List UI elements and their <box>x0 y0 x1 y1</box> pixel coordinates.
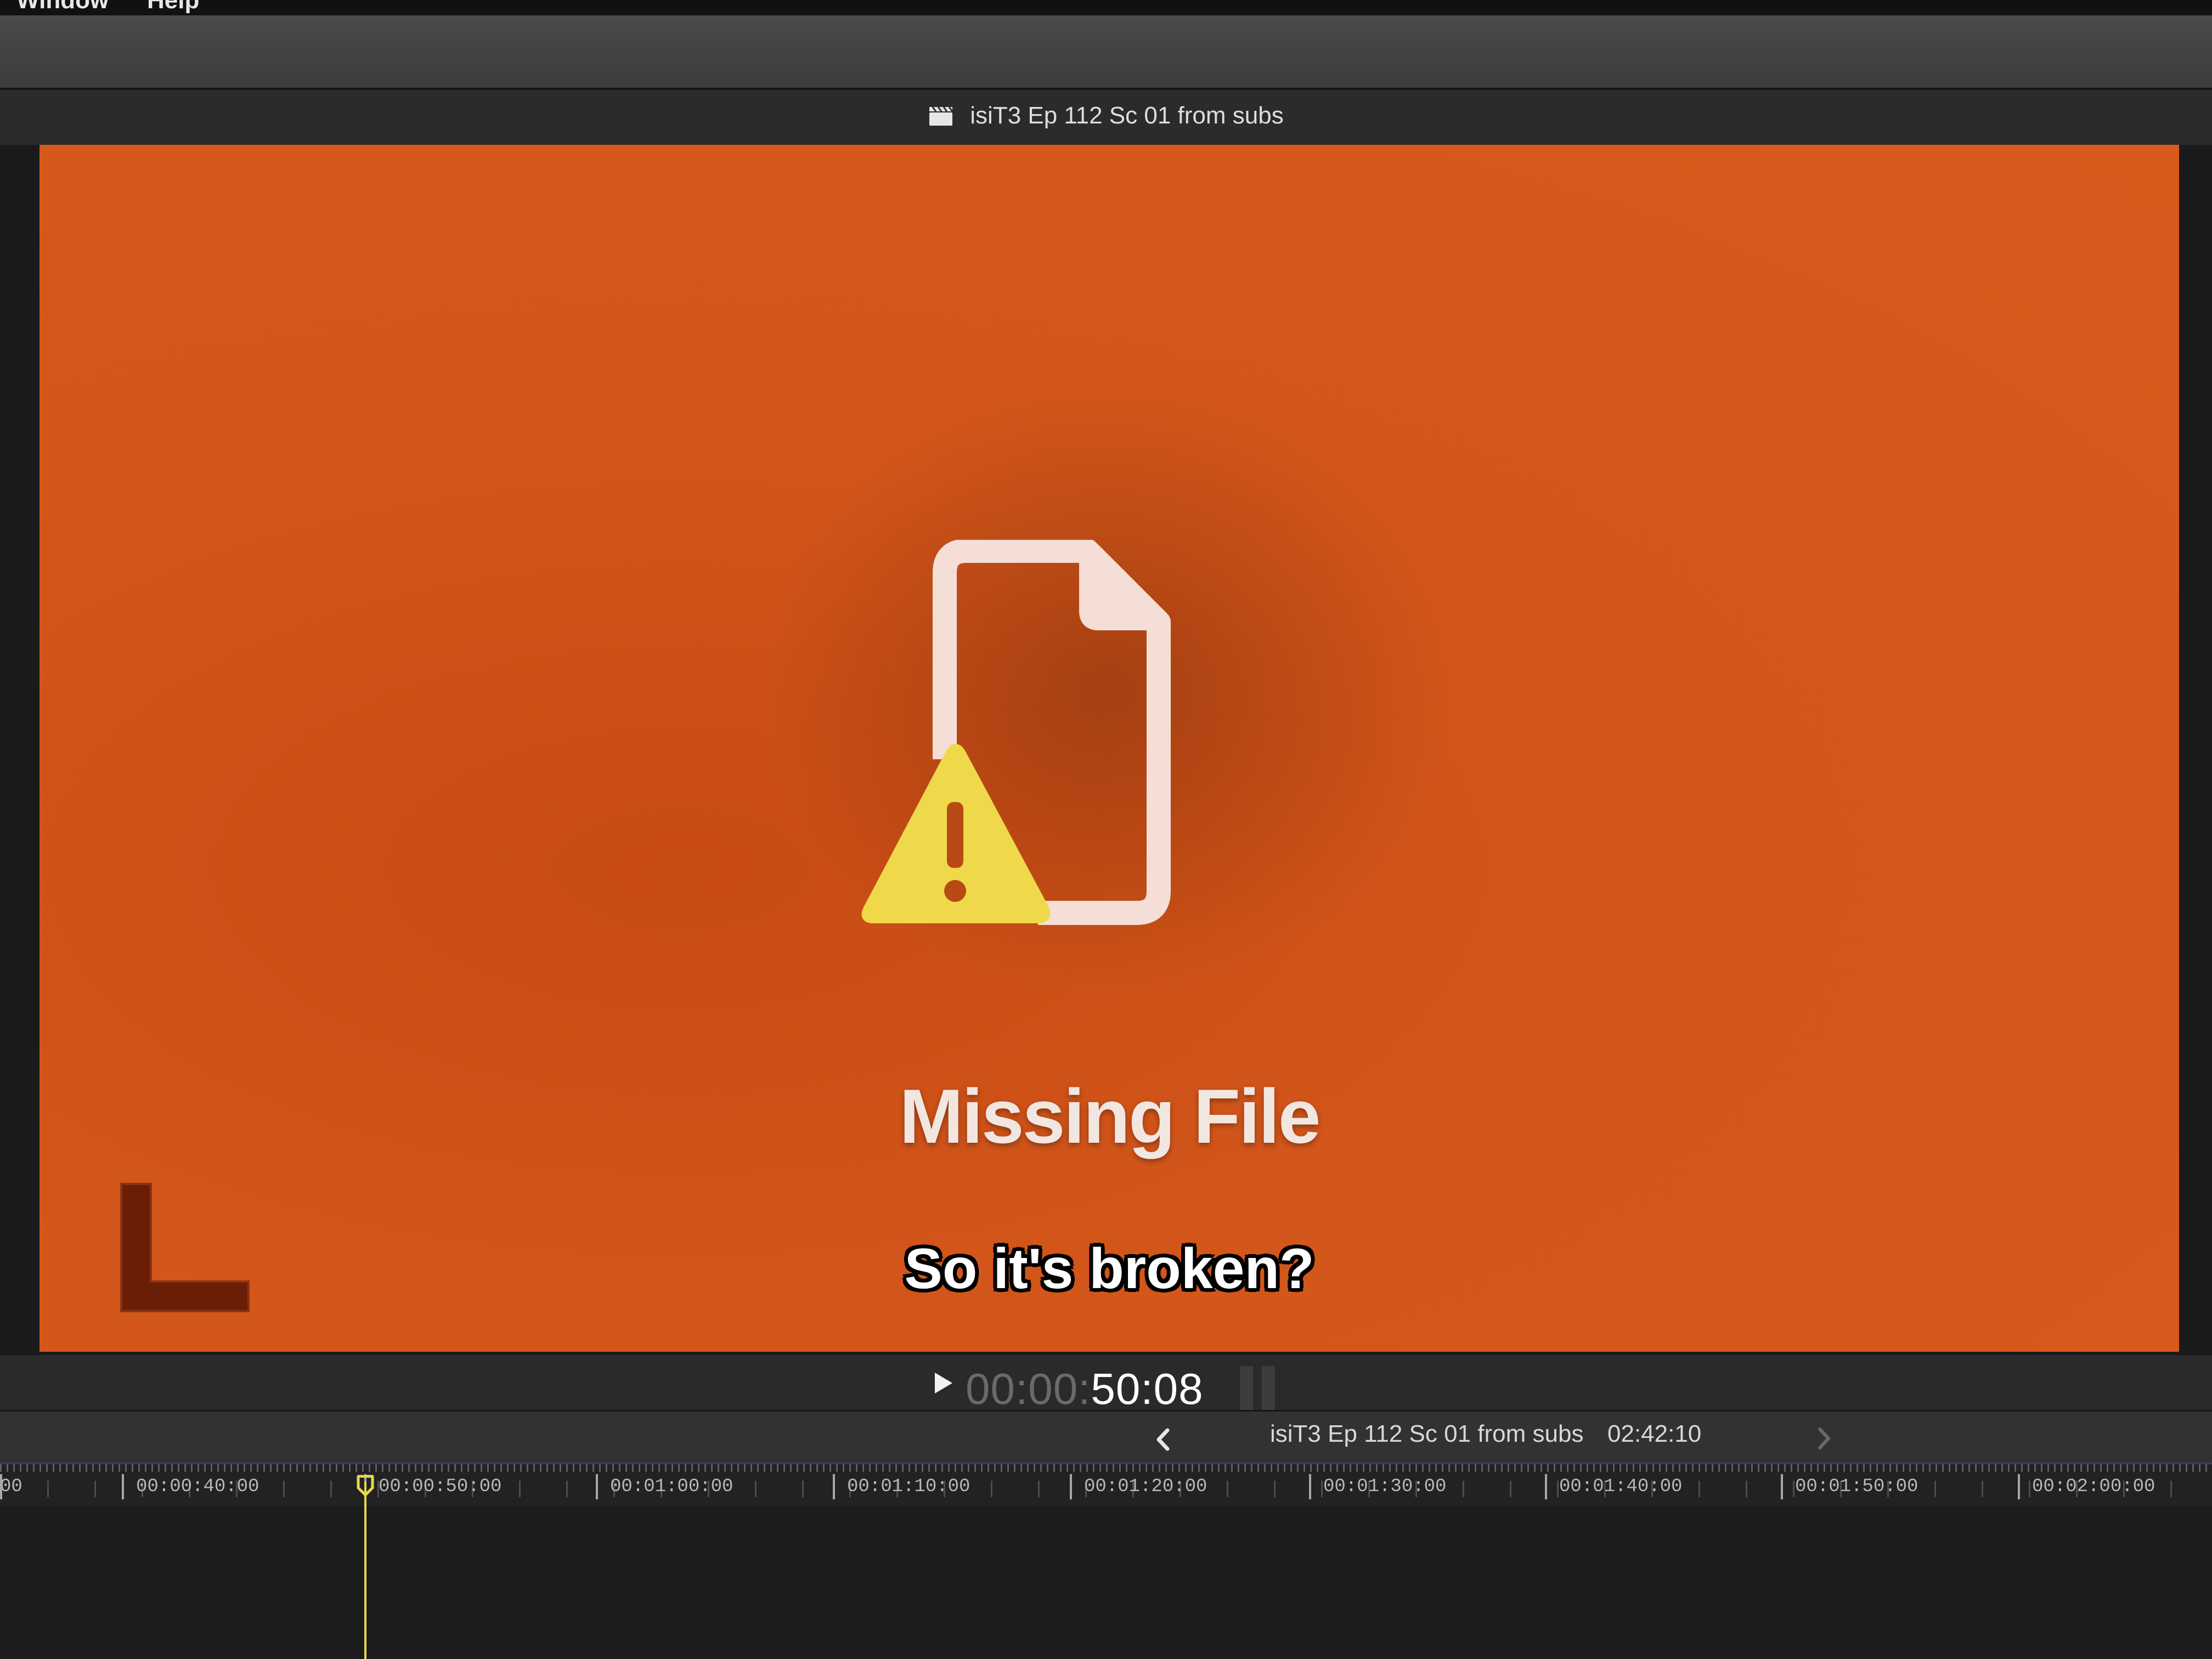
menu-window[interactable]: Window <box>16 0 109 14</box>
menu-help[interactable]: Help <box>147 0 199 14</box>
ruler-label-fragment: 00 <box>0 1474 22 1499</box>
final-cut-window: Window Help isiT3 Ep 112 Sc 01 from subs <box>0 0 2212 1659</box>
timeline-project-title: isiT3 Ep 112 Sc 01 from subs <box>1270 1420 1584 1447</box>
timecode-bright: 50:08 <box>1091 1364 1204 1413</box>
timecode-dim: 00:00: <box>966 1364 1091 1413</box>
chevron-right-icon[interactable] <box>1813 1425 1835 1452</box>
viewer: Missing File So it's broken? <box>0 145 2212 1363</box>
subtitle-caption: So it's broken? <box>904 1237 1314 1301</box>
chevron-left-icon[interactable] <box>1152 1426 1174 1453</box>
play-icon[interactable] <box>933 1370 955 1396</box>
ruler-label: 00:00:50:00 <box>364 1474 501 1499</box>
playhead-handle-icon[interactable] <box>357 1475 374 1497</box>
viewer-title-row: isiT3 Ep 112 Sc 01 from subs <box>0 102 2212 129</box>
menu-bar: Window Help <box>0 0 2212 15</box>
timecode-display[interactable]: 00:00:50:08 <box>966 1364 1204 1414</box>
clapperboard-icon <box>929 106 953 126</box>
ruler-ticks <box>0 1464 2212 1472</box>
timeline-header: isiT3 Ep 112 Sc 01 from subs 02:42:10 <box>0 1410 2212 1464</box>
ruler-label: 00:01:10:00 <box>833 1474 970 1499</box>
viewer-header: isiT3 Ep 112 Sc 01 from subs <box>0 90 2212 145</box>
missing-file-warning-icon <box>861 540 1171 925</box>
ruler-label: 00:01:40:00 <box>1545 1474 1682 1499</box>
corner-bracket-icon <box>120 1183 250 1312</box>
toolbar <box>0 15 2212 90</box>
viewer-title: isiT3 Ep 112 Sc 01 from subs <box>970 102 1284 129</box>
playback-bar: 00:00:50:08 <box>0 1355 2212 1413</box>
ruler-label: 00:00:40:00 <box>122 1474 259 1499</box>
playhead[interactable] <box>364 1481 366 1659</box>
timeline-duration: 02:42:10 <box>1607 1420 1702 1447</box>
ruler-label: 00:01:30:00 <box>1309 1474 1446 1499</box>
ruler-label: 00:01:00:00 <box>596 1474 733 1499</box>
timeline-tracks[interactable] <box>0 1506 2212 1659</box>
timeline-ruler[interactable]: 00 00:00:40:00 00:00:50:00 00:01:00:00 0… <box>0 1463 2212 1508</box>
ruler-label: 00:01:50:00 <box>1781 1474 1918 1499</box>
video-frame[interactable]: Missing File So it's broken? <box>40 145 2179 1352</box>
level-meter-icon <box>1240 1366 1278 1410</box>
ruler-label: 00:02:00:00 <box>2018 1474 2155 1499</box>
ruler-label: 00:01:20:00 <box>1070 1474 1207 1499</box>
missing-file-title: Missing File <box>899 1073 1321 1159</box>
